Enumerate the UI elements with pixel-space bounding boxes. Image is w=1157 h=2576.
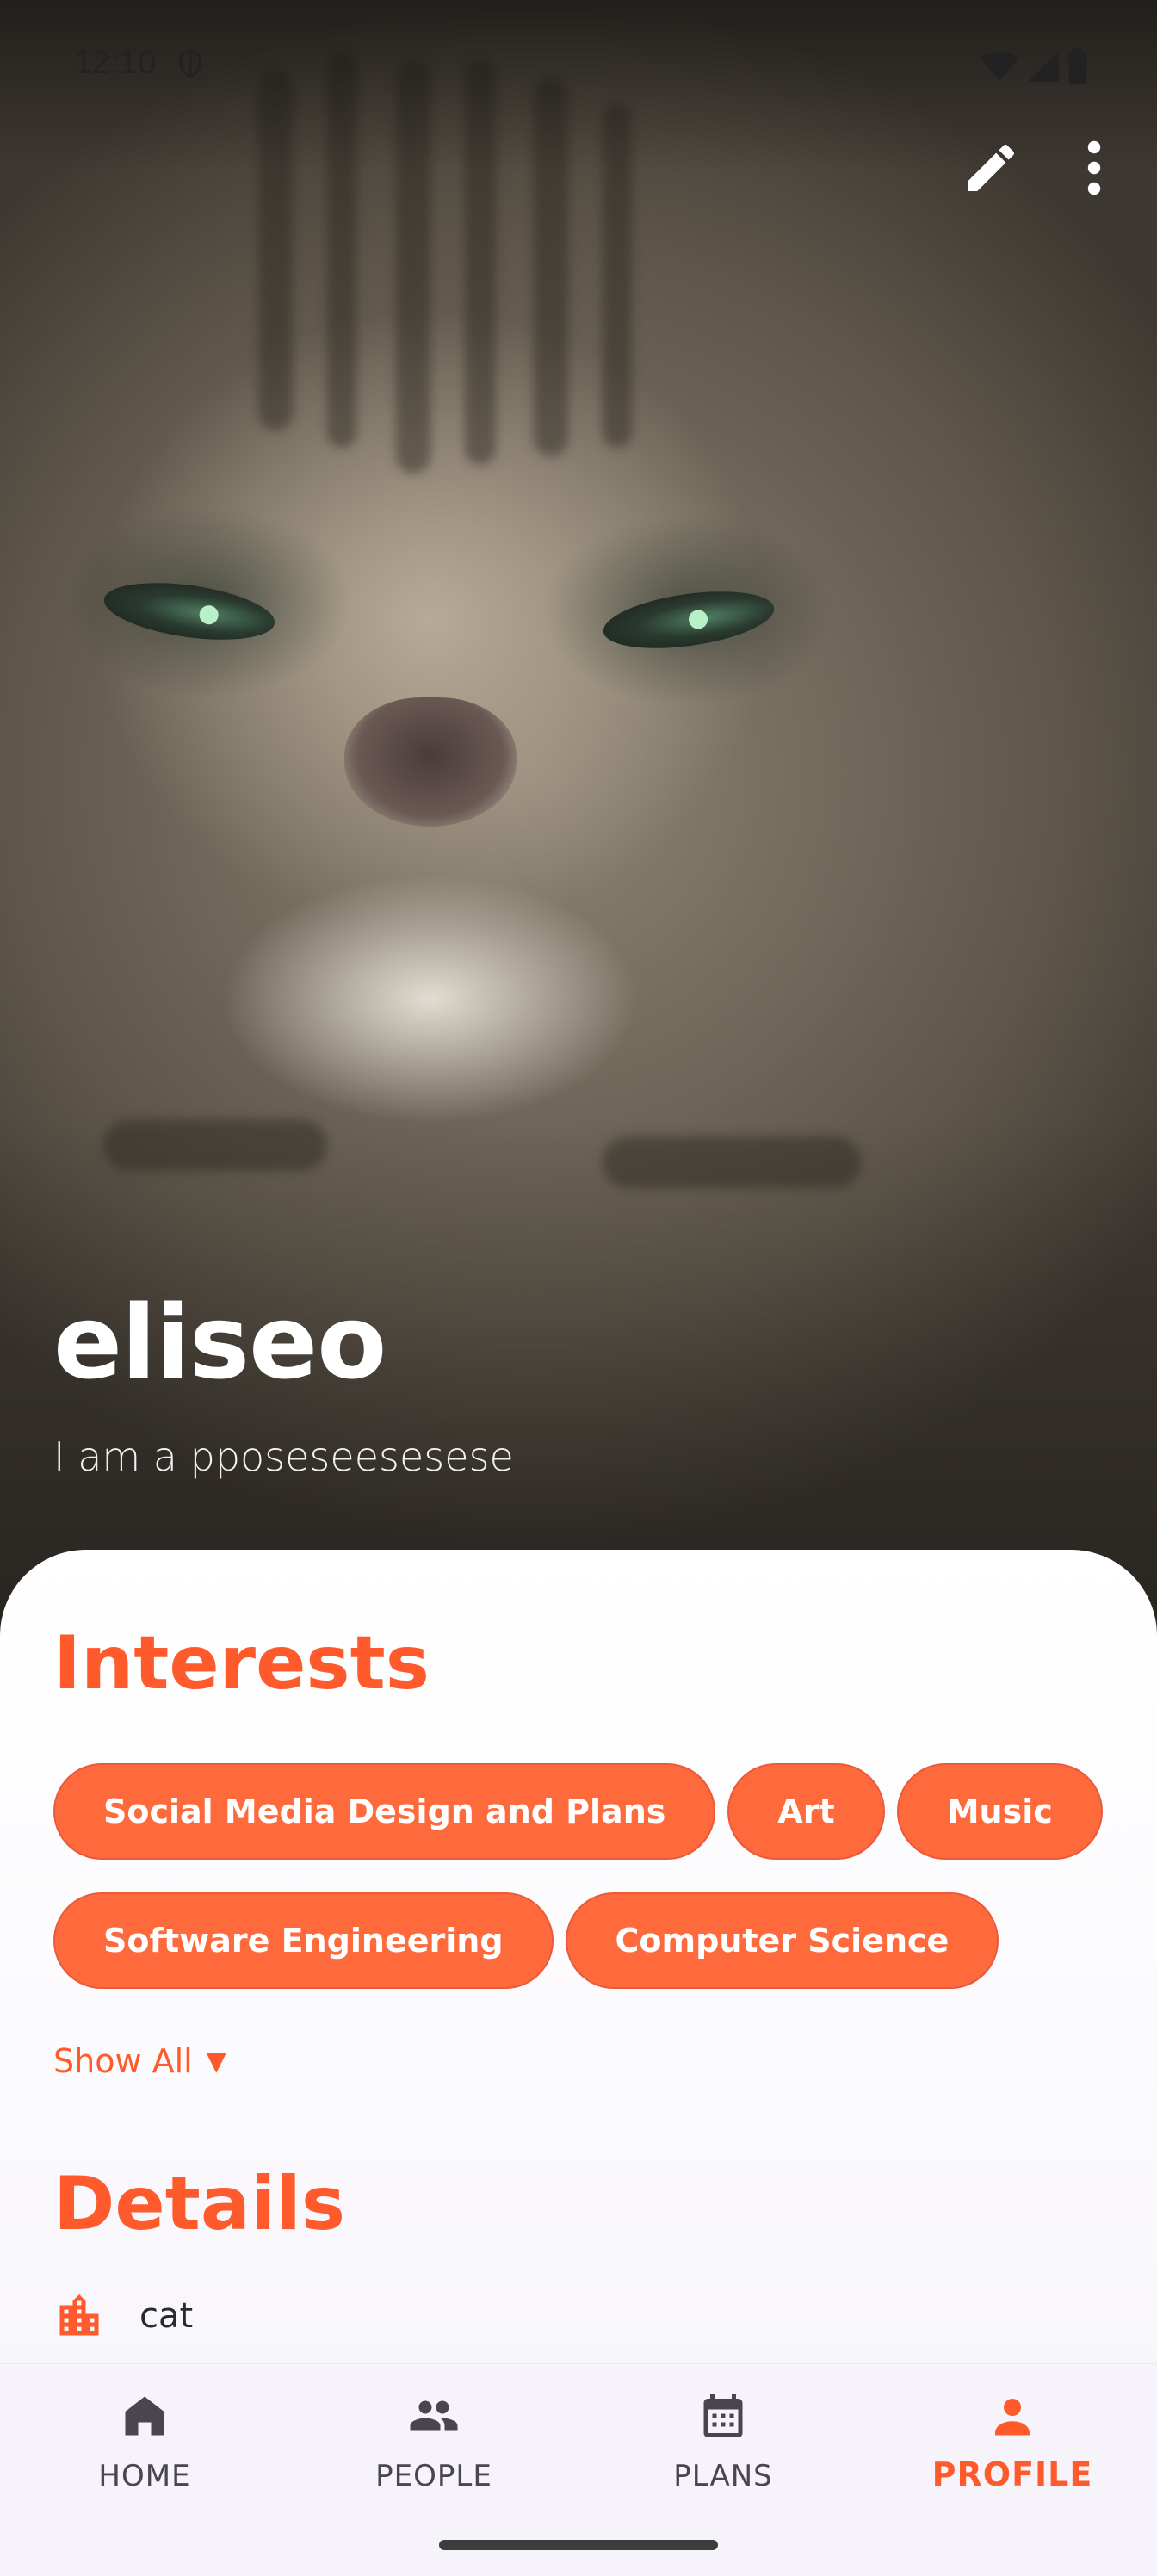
nav-item-people[interactable]: PEOPLE <box>289 2388 578 2493</box>
nav-item-plans[interactable]: PLANS <box>578 2388 868 2493</box>
interest-chip[interactable]: Computer Science <box>565 1892 999 1989</box>
caret-down-icon: ▼ <box>206 2046 226 2077</box>
edit-profile-button[interactable] <box>952 129 1030 207</box>
nav-item-profile[interactable]: PROFILE <box>868 2388 1157 2493</box>
status-icons <box>980 48 1088 84</box>
pencil-icon <box>968 144 1015 191</box>
detail-text: cat <box>139 2296 194 2336</box>
building-icon <box>59 2294 99 2336</box>
nav-label: PLANS <box>673 2459 773 2493</box>
nav-label: PROFILE <box>931 2455 1093 2493</box>
interest-chip[interactable]: Music <box>896 1763 1103 1860</box>
calendar-icon <box>703 2394 743 2437</box>
more-options-button[interactable] <box>1055 129 1133 207</box>
interest-chip[interactable]: Social Media Design and Plans <box>53 1763 716 1860</box>
status-bar: 12:10 <box>0 0 1157 129</box>
signal-icon <box>1028 51 1059 82</box>
details-title: Details <box>53 2161 346 2247</box>
nav-label: PEOPLE <box>375 2459 492 2493</box>
profile-name: eliseo <box>53 1283 387 1402</box>
wifi-icon <box>980 51 1019 82</box>
interest-chip[interactable]: Art <box>727 1763 885 1860</box>
more-vertical-icon <box>1087 140 1101 195</box>
profile-bio: I am a pposeseesesese <box>53 1434 514 1480</box>
shield-icon <box>179 49 201 78</box>
people-icon <box>410 2400 458 2431</box>
status-time: 12:10 <box>74 45 157 81</box>
home-icon <box>125 2396 164 2436</box>
detail-item: cat <box>53 2290 193 2342</box>
interest-chip[interactable]: Software Engineering <box>53 1892 554 1989</box>
show-all-label: Show All <box>53 2042 193 2080</box>
show-all-button[interactable]: Show All ▼ <box>53 2042 226 2080</box>
nav-label: HOME <box>98 2459 191 2493</box>
interests-chips-row-2: Software Engineering Computer Science <box>53 1892 999 1989</box>
nav-item-home[interactable]: HOME <box>0 2388 289 2493</box>
battery-icon <box>1068 48 1087 84</box>
person-icon <box>995 2399 1030 2436</box>
interests-chips-row-1: Social Media Design and Plans Art Music <box>53 1763 1103 1860</box>
home-indicator[interactable] <box>439 2540 718 2550</box>
interests-title: Interests <box>53 1620 430 1706</box>
